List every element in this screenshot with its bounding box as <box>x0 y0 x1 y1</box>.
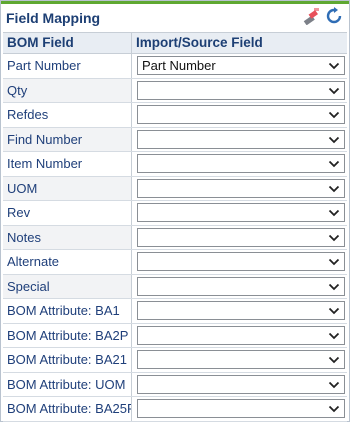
bom-field-label: Find Number <box>3 127 132 151</box>
source-field-select[interactable] <box>137 374 345 394</box>
chevron-down-icon <box>328 210 340 217</box>
chevron-down-icon <box>328 332 340 340</box>
source-field-cell <box>132 201 347 225</box>
table-row: BOM Attribute: BA2P <box>3 323 347 348</box>
table-row: Refdes <box>3 103 347 128</box>
bom-field-label: BOM Attribute: UOM <box>3 372 132 396</box>
bom-field-label: Qty <box>3 78 132 102</box>
bom-field-label: BOM Attribute: BA21 <box>3 348 132 372</box>
eraser-icon[interactable] <box>303 7 321 26</box>
source-field-cell <box>132 250 347 274</box>
column-header-source-field: Import/Source Field <box>136 35 263 50</box>
source-field-value: Part Number <box>142 58 216 74</box>
chevron-down-icon <box>328 185 340 193</box>
table-header: BOM Field Import/Source Field <box>3 33 347 54</box>
table-row: BOM Attribute: BA1 <box>3 299 347 324</box>
bom-field-label: Refdes <box>3 103 132 127</box>
panel-title: Field Mapping <box>6 10 101 26</box>
chevron-down-icon <box>328 357 340 364</box>
bom-field-label: Item Number <box>3 152 132 176</box>
table-row: BOM Attribute: BA25P <box>3 397 347 422</box>
column-header-bom-field: BOM Field <box>3 33 132 53</box>
source-field-cell <box>132 275 347 299</box>
source-field-select[interactable] <box>137 301 345 321</box>
source-field-select[interactable] <box>137 154 345 174</box>
source-field-cell <box>132 397 347 421</box>
source-field-select[interactable] <box>137 325 345 345</box>
source-field-select[interactable] <box>137 105 345 125</box>
source-field-select[interactable] <box>137 227 345 247</box>
chevron-down-icon <box>328 308 340 315</box>
table-row: Alternate <box>3 250 347 275</box>
source-field-cell <box>132 373 347 397</box>
source-field-cell <box>132 177 347 201</box>
bom-field-label: BOM Attribute: BA25P <box>3 397 132 421</box>
table-row: Rev <box>3 201 347 226</box>
table-row: Find Number <box>3 127 347 152</box>
source-field-select[interactable] <box>137 203 345 223</box>
chevron-down-icon <box>328 381 340 389</box>
table-row: BOM Attribute: BA21 <box>3 348 347 373</box>
mapping-table: BOM Field Import/Source Field Part Numbe… <box>3 32 347 422</box>
source-field-cell <box>132 348 347 372</box>
bom-field-label: BOM Attribute: BA2P <box>3 323 132 347</box>
table-row: Item Number <box>3 152 347 177</box>
source-field-select[interactable]: Part Number <box>137 56 345 76</box>
source-field-cell <box>132 226 347 250</box>
bom-field-label: BOM Attribute: BA1 <box>3 299 132 323</box>
bom-field-label: Rev <box>3 201 132 225</box>
bom-field-label: Alternate <box>3 250 132 274</box>
chevron-down-icon <box>328 87 340 95</box>
table-body: Part Number Part Number Qty Refdes Find Numb… <box>3 54 347 422</box>
table-row: Notes <box>3 225 347 250</box>
source-field-cell <box>132 103 347 127</box>
panel-header: Field Mapping <box>1 4 349 32</box>
bom-field-label: Part Number <box>3 54 132 78</box>
table-row: Special <box>3 274 347 299</box>
source-field-select[interactable] <box>137 129 345 149</box>
source-field-cell <box>132 79 347 103</box>
source-field-select[interactable] <box>137 399 345 419</box>
source-field-select[interactable] <box>137 80 345 100</box>
source-field-select[interactable] <box>137 178 345 198</box>
source-field-cell <box>132 152 347 176</box>
bom-field-label: Special <box>3 274 132 298</box>
source-field-cell <box>132 324 347 348</box>
bom-field-label: UOM <box>3 176 132 200</box>
source-field-select[interactable] <box>137 350 345 370</box>
panel-toolbar <box>303 7 343 26</box>
chevron-down-icon <box>328 63 340 70</box>
chevron-down-icon <box>328 406 340 413</box>
table-row: BOM Attribute: UOM <box>3 372 347 397</box>
chevron-down-icon <box>328 136 340 144</box>
chevron-down-icon <box>328 161 340 168</box>
table-row: Qty <box>3 78 347 103</box>
chevron-down-icon <box>328 234 340 242</box>
table-row: Part Number Part Number <box>3 54 347 79</box>
refresh-icon[interactable] <box>325 7 343 25</box>
table-row: UOM <box>3 176 347 201</box>
source-field-cell: Part Number <box>132 54 347 78</box>
chevron-down-icon <box>328 283 340 291</box>
field-mapping-panel: Field Mapping BOM Field Import/Source Fi… <box>0 0 350 422</box>
chevron-down-icon <box>328 259 340 266</box>
source-field-cell <box>132 299 347 323</box>
source-field-select[interactable] <box>137 276 345 296</box>
chevron-down-icon <box>328 112 340 119</box>
bom-field-label: Notes <box>3 225 132 249</box>
source-field-select[interactable] <box>137 252 345 272</box>
source-field-cell <box>132 128 347 152</box>
